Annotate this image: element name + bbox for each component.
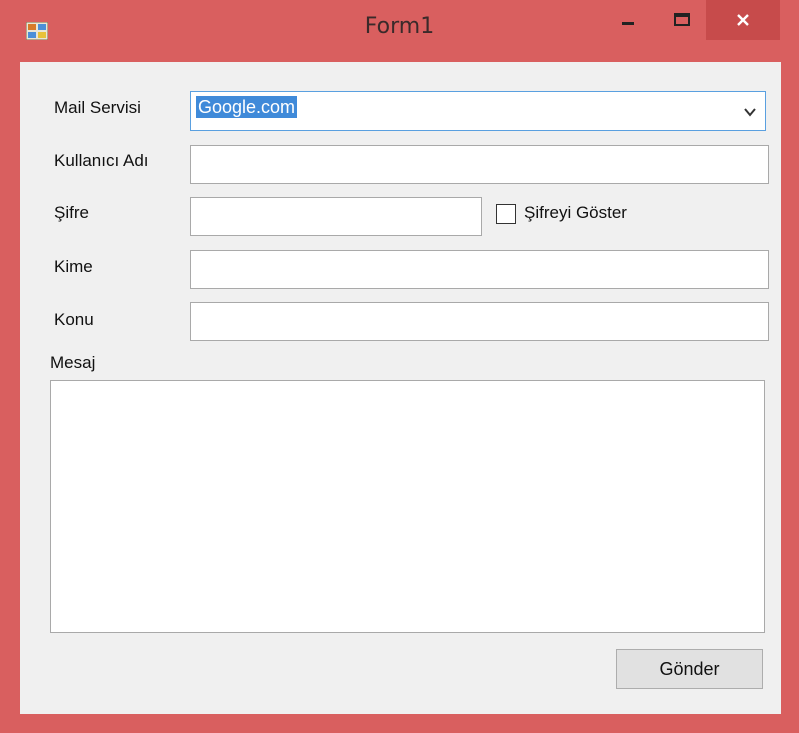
close-button[interactable] <box>706 0 780 40</box>
mail-service-value: Google.com <box>196 96 298 118</box>
send-button[interactable]: Gönder <box>616 649 763 689</box>
password-label: Şifre <box>54 203 89 222</box>
subject-field[interactable] <box>190 302 769 341</box>
password-field[interactable] <box>190 197 482 236</box>
mail-service-combobox[interactable]: Google.com <box>190 91 766 131</box>
form-client-area: Mail Servisi Google.com Kullanıcı Adı Şi… <box>20 62 781 714</box>
message-textarea[interactable] <box>50 380 765 633</box>
minimize-button[interactable] <box>604 0 652 40</box>
app-window: Form1 Mail Servisi Google.com Kullanıcı … <box>0 0 799 733</box>
minimize-icon <box>622 22 634 25</box>
show-password-label[interactable]: Şifreyi Göster <box>524 203 627 223</box>
chevron-down-icon <box>744 108 756 117</box>
username-label: Kullanıcı Adı <box>54 151 149 170</box>
maximize-icon <box>674 13 690 26</box>
username-field[interactable] <box>190 145 769 184</box>
title-bar[interactable]: Form1 <box>0 0 799 60</box>
to-label: Kime <box>54 257 93 276</box>
to-field[interactable] <box>190 250 769 289</box>
mail-service-label: Mail Servisi <box>54 98 141 117</box>
show-password-checkbox[interactable] <box>496 204 516 224</box>
subject-label: Konu <box>54 310 94 329</box>
maximize-button[interactable] <box>658 0 706 40</box>
message-label: Mesaj <box>50 353 96 372</box>
close-icon <box>737 14 749 26</box>
